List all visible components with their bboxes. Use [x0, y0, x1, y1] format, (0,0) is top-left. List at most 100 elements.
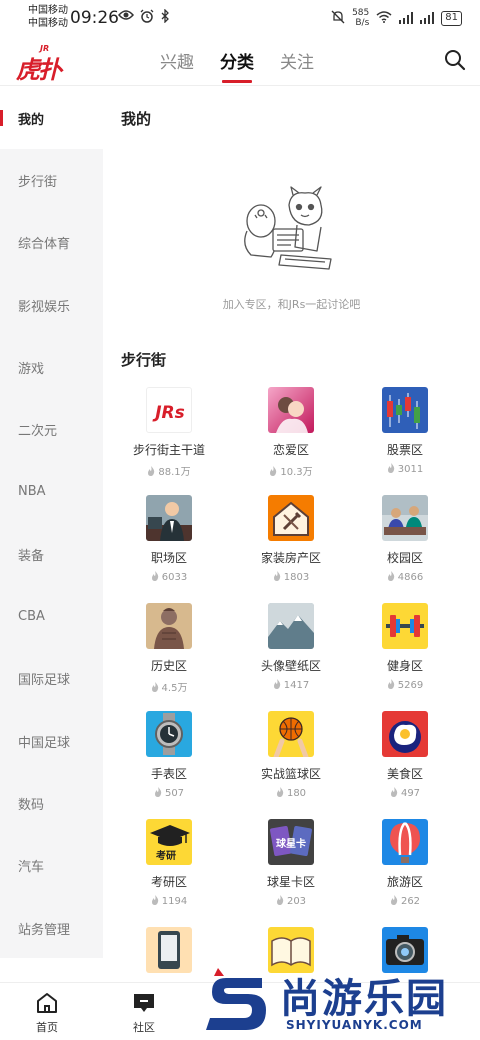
- status-icons-right: 585 B/s 81: [331, 8, 462, 28]
- forum-heat: 1417: [231, 679, 351, 691]
- forum-name: 健身区: [386, 659, 423, 673]
- basketball-icon: [268, 711, 314, 757]
- sidebar-item-intl-football[interactable]: 国际足球: [0, 648, 103, 710]
- nav-community[interactable]: 社区: [119, 991, 169, 1035]
- search-icon[interactable]: [444, 49, 466, 71]
- jrs-logo-text: JRs: [152, 403, 185, 423]
- watermark-logo-icon: [206, 968, 266, 1030]
- forum-item[interactable]: 校园区 4866: [345, 495, 465, 603]
- forum-heat: 1803: [231, 571, 351, 583]
- sidebar-item-entertainment[interactable]: 影视娱乐: [0, 274, 103, 336]
- forum-item[interactable]: 美食区 497: [345, 711, 465, 819]
- hot-air-balloon-icon: [382, 819, 428, 865]
- forum-heat: 4.5万: [109, 679, 229, 694]
- wifi-icon: [376, 10, 392, 26]
- mute-icon: [331, 10, 345, 27]
- forum-item[interactable]: 考研 考研区 1194: [109, 819, 229, 927]
- forum-item[interactable]: 球星卡 球星卡区 203: [231, 819, 351, 927]
- forum-heat: 5269: [345, 679, 465, 691]
- forum-heat: 1194: [109, 895, 229, 907]
- hupu-logo[interactable]: JR 虎扑: [16, 44, 62, 84]
- sidebar-item-sports[interactable]: 综合体育: [0, 212, 103, 274]
- forum-item[interactable]: 家装房产区 1803: [231, 495, 351, 603]
- sidebar-item-buxingjie[interactable]: 步行街: [0, 149, 103, 211]
- watermark-title: 尚游乐园: [280, 976, 448, 1022]
- heat-count: 180: [286, 788, 307, 799]
- exam-thumb-text: 考研: [156, 849, 176, 862]
- sidebar-item-cba[interactable]: CBA: [0, 585, 103, 647]
- heat-count: 3011: [397, 464, 424, 475]
- logo-text: 虎扑: [16, 56, 62, 84]
- top-header: JR 虎扑 兴趣 分类 关注: [0, 36, 480, 86]
- signal-icon-2: [420, 12, 435, 24]
- forum-item[interactable]: 头像壁纸区 1417: [231, 603, 351, 711]
- watermark-url: SHYIYUANYK.COM: [286, 1018, 423, 1032]
- nav-home-label: 首页: [36, 1021, 58, 1034]
- main-content: 我的 加入专区，和JRs一起讨论吧 步行街 JRs 步行街主干道 88.1万 恋…: [103, 87, 480, 982]
- empty-state-text: 加入专区，和JRs一起讨论吧: [222, 298, 361, 311]
- flame-icon: [154, 787, 162, 797]
- wristwatch-icon: [146, 711, 192, 757]
- nav-home[interactable]: 首页: [22, 991, 72, 1035]
- flame-icon: [276, 787, 284, 797]
- couple-photo-icon: [268, 387, 314, 433]
- tab-interest[interactable]: 兴趣: [160, 48, 194, 83]
- sidebar-item-gear[interactable]: 装备: [0, 523, 103, 585]
- carrier-1: 中国移动: [28, 5, 68, 16]
- sidebar-item-mine[interactable]: 我的: [0, 87, 103, 150]
- candlestick-chart-icon: [382, 387, 428, 433]
- battery-indicator: 81: [441, 10, 462, 26]
- forum-name: 考研区: [150, 875, 187, 889]
- forum-name: 股票区: [386, 443, 423, 457]
- forum-item[interactable]: JRs 步行街主干道 88.1万: [109, 387, 229, 495]
- sidebar-item-site-admin[interactable]: 站务管理: [0, 897, 103, 959]
- forum-item[interactable]: 旅游区 262: [345, 819, 465, 927]
- forum-heat: 262: [345, 895, 465, 907]
- forum-item[interactable]: 手表区 507: [109, 711, 229, 819]
- status-icons-left: [118, 8, 170, 27]
- sidebar-item-cars[interactable]: 汽车: [0, 835, 103, 897]
- sidebar-item-nba[interactable]: NBA: [0, 461, 103, 523]
- sidebar-item-acg[interactable]: 二次元: [0, 398, 103, 460]
- bluetooth-icon: [160, 8, 170, 27]
- forum-heat: 6033: [109, 571, 229, 583]
- forum-item[interactable]: 健身区 5269: [345, 603, 465, 711]
- forum-name: 头像壁纸区: [260, 659, 321, 673]
- forum-item[interactable]: 职场区 6033: [109, 495, 229, 603]
- heat-count: 1194: [161, 896, 188, 907]
- forum-heat: 507: [109, 787, 229, 799]
- section-title-buxingjie: 步行街: [121, 351, 167, 369]
- mountain-landscape-icon: [268, 603, 314, 649]
- forum-item[interactable]: 历史区 4.5万: [109, 603, 229, 711]
- jrs-logo-icon: JRs: [146, 387, 192, 433]
- tab-category[interactable]: 分类: [220, 48, 254, 83]
- forum-name: 校园区: [386, 551, 423, 565]
- forum-name: 旅游区: [386, 875, 423, 889]
- heat-count: 5269: [397, 680, 424, 691]
- flame-icon: [390, 895, 398, 905]
- forum-item[interactable]: 股票区 3011: [345, 387, 465, 495]
- forum-heat: 180: [231, 787, 351, 799]
- forum-item[interactable]: 恋爱区 10.3万: [231, 387, 351, 495]
- flame-icon: [387, 463, 395, 473]
- status-bar: 中国移动 中国移动 09:26 585 B/s 81: [0, 0, 480, 36]
- sidebar-item-games[interactable]: 游戏: [0, 336, 103, 398]
- flame-icon: [387, 679, 395, 689]
- home-icon: [35, 991, 59, 1015]
- forum-item[interactable]: 实战篮球区 180: [231, 711, 351, 819]
- forum-heat: 88.1万: [109, 463, 229, 478]
- sidebar-item-cn-football[interactable]: 中国足球: [0, 710, 103, 772]
- tab-follow[interactable]: 关注: [280, 48, 314, 83]
- card-thumb-text: 球星卡: [276, 837, 306, 850]
- clock: 09:26: [70, 8, 119, 28]
- forum-name: 恋爱区: [272, 443, 309, 457]
- heat-count: 203: [286, 896, 307, 907]
- sidebar-item-digital[interactable]: 数码: [0, 772, 103, 834]
- flame-icon: [390, 787, 398, 797]
- alarm-icon: [140, 9, 154, 27]
- heat-count: 4866: [397, 572, 424, 583]
- forum-heat: 203: [231, 895, 351, 907]
- flame-icon: [387, 571, 395, 581]
- section-title-mine: 我的: [121, 110, 152, 128]
- flame-icon: [276, 895, 284, 905]
